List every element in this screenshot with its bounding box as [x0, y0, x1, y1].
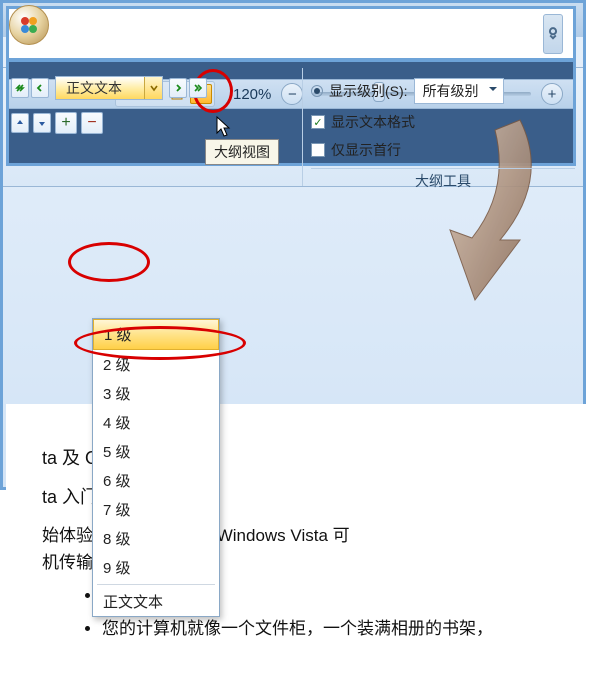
level-option-4[interactable]: 4 级	[93, 408, 219, 437]
office-button[interactable]	[9, 5, 49, 45]
level-option-7[interactable]: 7 级	[93, 495, 219, 524]
level-option-5[interactable]: 5 级	[93, 437, 219, 466]
demote-button[interactable]	[169, 78, 187, 98]
expand-button[interactable]: +	[55, 112, 77, 134]
level-option-body[interactable]: 正文文本	[93, 587, 219, 616]
promote-to-top-button[interactable]	[11, 78, 29, 98]
level-option-1[interactable]: 1 级	[93, 319, 219, 350]
move-down-button[interactable]	[33, 113, 51, 133]
show-first-line-label: 仅显示首行	[331, 140, 401, 160]
outline-level-dropdown[interactable]: 正文文本	[55, 76, 163, 100]
level-option-2[interactable]: 2 级	[93, 350, 219, 379]
ribbon-group-label: 大纲工具	[311, 168, 575, 193]
list-item: 您的计算机就像一个文件柜，一个装满相册的书架，	[102, 615, 578, 642]
chevron-down-icon	[144, 77, 162, 99]
separator	[97, 584, 215, 585]
show-level-icon	[311, 85, 323, 97]
outline-level-list: 1 级 2 级 3 级 4 级 5 级 6 级 7 级 8 级 9 级 正文文本	[92, 318, 220, 617]
outline-level-selected: 正文文本	[56, 78, 144, 98]
level-option-8[interactable]: 8 级	[93, 524, 219, 553]
scroll-down-button[interactable]	[543, 14, 563, 54]
move-up-button[interactable]	[11, 113, 29, 133]
show-text-format-checkbox[interactable]: ✓	[311, 115, 325, 129]
level-option-3[interactable]: 3 级	[93, 379, 219, 408]
show-first-line-checkbox[interactable]	[311, 143, 325, 157]
level-option-6[interactable]: 6 级	[93, 466, 219, 495]
show-text-format-label: 显示文本格式	[331, 112, 415, 132]
show-level-label: 显示级别(S):	[329, 81, 408, 101]
promote-button[interactable]	[31, 78, 49, 98]
demote-to-body-button[interactable]	[189, 78, 207, 98]
collapse-button[interactable]: −	[81, 112, 103, 134]
show-level-dropdown[interactable]: 所有级别	[414, 78, 504, 104]
level-option-9[interactable]: 9 级	[93, 553, 219, 582]
